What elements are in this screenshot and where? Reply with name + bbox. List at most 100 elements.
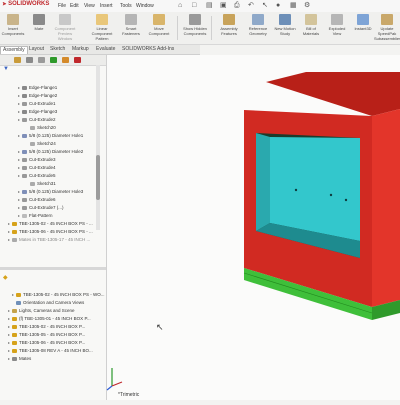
tree-item[interactable]: ▸ Edge-Flange3 [18, 108, 57, 116]
tree-item[interactable]: ▸ Mates [8, 355, 31, 363]
options-gear-icon[interactable]: ⚙ [304, 2, 310, 10]
tree-item[interactable]: ▸ TBE-1305-02 - 45 INCH BOX PS - WO... [12, 291, 105, 299]
pattern-icon [96, 14, 108, 25]
graphics-area[interactable]: ↖ [106, 55, 400, 400]
panel-splitter[interactable] [0, 267, 106, 270]
menu-view[interactable]: View [84, 3, 95, 9]
insert-components-button[interactable]: Insert Components [0, 13, 26, 43]
instant3d-button[interactable]: Instant3D [350, 13, 376, 43]
tree-item[interactable]: ▸ 5/8 (0.125) Diameter Hole2 [18, 148, 83, 156]
preview-window-icon [59, 14, 71, 25]
tree-item[interactable]: ▸ Flat-Pattern [18, 212, 53, 220]
ribbon-divider [211, 16, 212, 40]
new-motion-study-button[interactable]: New Motion Study [272, 13, 298, 43]
motion-study-icon [279, 14, 291, 25]
tree-item[interactable]: Sketch24 [30, 140, 56, 148]
reference-geometry-icon [252, 14, 264, 25]
tree-item[interactable]: ▸ TBE-1305-02 - 45 INCH BOX PS - ... [8, 220, 93, 228]
property-manager-tab-icon[interactable] [26, 57, 33, 63]
home-icon[interactable]: ⌂ [178, 2, 182, 10]
fastener-icon [125, 14, 137, 25]
linear-component-pattern-button[interactable]: Linear Component Pattern [86, 13, 118, 43]
tree-item[interactable]: ▸ Cut-Extrude1 [18, 100, 56, 108]
new-doc-icon[interactable]: □ [192, 2, 196, 10]
save-icon[interactable]: ▣ [220, 2, 227, 10]
assembly-features-button[interactable]: Assembly Features [214, 13, 244, 43]
select-arrow-icon[interactable]: ↖ [262, 2, 268, 10]
ribbon-divider [177, 16, 178, 40]
tree-item[interactable]: Orientation and Camera Views [16, 299, 84, 307]
mounting-hole [344, 198, 348, 202]
tree-item[interactable]: Sketch20 [30, 124, 56, 132]
tab-markup[interactable]: Markup [70, 46, 91, 53]
update-speedpak-button[interactable]: Update SpeedPak Subassemblies [374, 13, 400, 43]
tree-item[interactable]: ▸ (f) TBE-1305-01 - 45 INCH BOX P... [8, 315, 91, 323]
menu-insert[interactable]: Insert [100, 3, 113, 9]
tree-item[interactable]: ▸ Cut-Extrude6 [18, 196, 56, 204]
box-model-3d [243, 72, 400, 320]
tree-item[interactable]: ▸ TBE-1305-06 - 45 INCH BOX P... [8, 339, 85, 347]
tab-assembly[interactable]: Assembly [0, 46, 28, 54]
tab-evaluate[interactable]: Evaluate [94, 46, 117, 53]
mounting-hole [294, 188, 298, 192]
configuration-manager-tab-icon[interactable] [38, 57, 45, 63]
mounting-hole [329, 193, 333, 197]
menu-tools[interactable]: Tools [120, 3, 132, 9]
view-orientation-label: *Trimetric [118, 392, 140, 398]
instant3d-icon [357, 14, 369, 25]
file-properties-icon[interactable]: ▦ [290, 2, 297, 10]
exploded-view-button[interactable]: Exploded View [324, 13, 350, 43]
tree-item[interactable]: ▸ Cut-Extrude7 (...) [18, 204, 64, 212]
command-manager: Insert Components Mate Component Preview… [0, 12, 400, 45]
tree-item[interactable]: ▸ Edge-Flange1 [18, 84, 57, 92]
tree-item[interactable]: ▸ Cut-Extrude5 [18, 172, 56, 180]
appearance-tab-icon[interactable] [74, 57, 81, 63]
bill-of-materials-button[interactable]: Bill of Materials [298, 13, 324, 43]
command-tabs: Assembly Layout Sketch Markup Evaluate S… [0, 45, 200, 55]
box-top-face [266, 72, 400, 116]
box-right-face [372, 109, 400, 307]
feature-tree-tab-icon[interactable] [14, 57, 21, 63]
speedpak-icon [381, 14, 393, 25]
tree-scrollbar-thumb[interactable] [96, 155, 100, 200]
assembly-icon: ◆ [3, 275, 8, 281]
brand-text: SOLIDWORKS [8, 1, 50, 7]
menu-edit[interactable]: Edit [70, 3, 79, 9]
tree-item[interactable]: ▸ TBE-1305-02 - 45 INCH BOX P... [8, 323, 85, 331]
feature-manager-toolbar [0, 55, 106, 66]
mate-paperclip-icon [33, 14, 45, 25]
tree-item[interactable]: ▸ 5/8 (0.125) Diameter Hole3 [18, 188, 83, 196]
mate-button[interactable]: Mate [26, 13, 52, 43]
component-preview-window-button[interactable]: Component Preview Window [52, 13, 78, 43]
tree-item[interactable]: ▸ Cut-Extrude3 [18, 156, 56, 164]
display-manager-tab-icon[interactable] [62, 57, 69, 63]
assembly-features-icon [223, 14, 235, 25]
tree-item[interactable]: ▸ Cut-Extrude2 [18, 116, 56, 124]
filter-icon[interactable]: ▼ [3, 66, 9, 72]
dimxpert-tab-icon[interactable] [50, 57, 57, 63]
tree-item[interactable]: ▸ Mates in TBE-1305-17 - 45 INCH ... [8, 236, 90, 244]
tree-item[interactable]: ▸ 5/8 (0.125) Diameter Hole1 [18, 132, 83, 140]
tree-scrollbar[interactable] [96, 65, 100, 230]
move-component-button[interactable]: Move Component [144, 13, 174, 43]
tree-item[interactable]: ▸ TBE-1305-06 - 45 INCH BOX PS - ... [8, 228, 93, 236]
tab-sketch[interactable]: Sketch [48, 46, 67, 53]
tree-item[interactable]: ▸ Lights, Cameras and Scene [8, 307, 75, 315]
box-back-panel [270, 137, 360, 241]
tree-item[interactable]: ▸ Edge-Flange2 [18, 92, 57, 100]
tab-solidworks-addins[interactable]: SOLIDWORKS Add-Ins [120, 46, 176, 53]
menu-window[interactable]: Window [136, 3, 154, 9]
undo-icon[interactable]: ↶ [248, 2, 254, 10]
show-hidden-components-button[interactable]: Show Hidden Components [180, 13, 210, 43]
tree-item[interactable]: Sketch31 [30, 180, 56, 188]
open-folder-icon[interactable]: ▤ [206, 2, 213, 10]
tree-item[interactable]: ▸ TBE-1305-08 REV A - 45 INCH BO... [8, 347, 93, 355]
menu-file[interactable]: File [58, 3, 66, 9]
smart-fasteners-button[interactable]: Smart Fasteners [118, 13, 144, 43]
rebuild-icon[interactable]: ● [276, 2, 280, 10]
tree-item[interactable]: ▸ Cut-Extrude4 [18, 164, 56, 172]
tree-item[interactable]: ▸ TBE-1305-05 - 45 INCH BOX P... [8, 331, 85, 339]
tab-layout[interactable]: Layout [27, 46, 46, 53]
reference-geometry-button[interactable]: Reference Geometry [244, 13, 272, 43]
print-icon[interactable]: ⎙ [234, 2, 240, 10]
